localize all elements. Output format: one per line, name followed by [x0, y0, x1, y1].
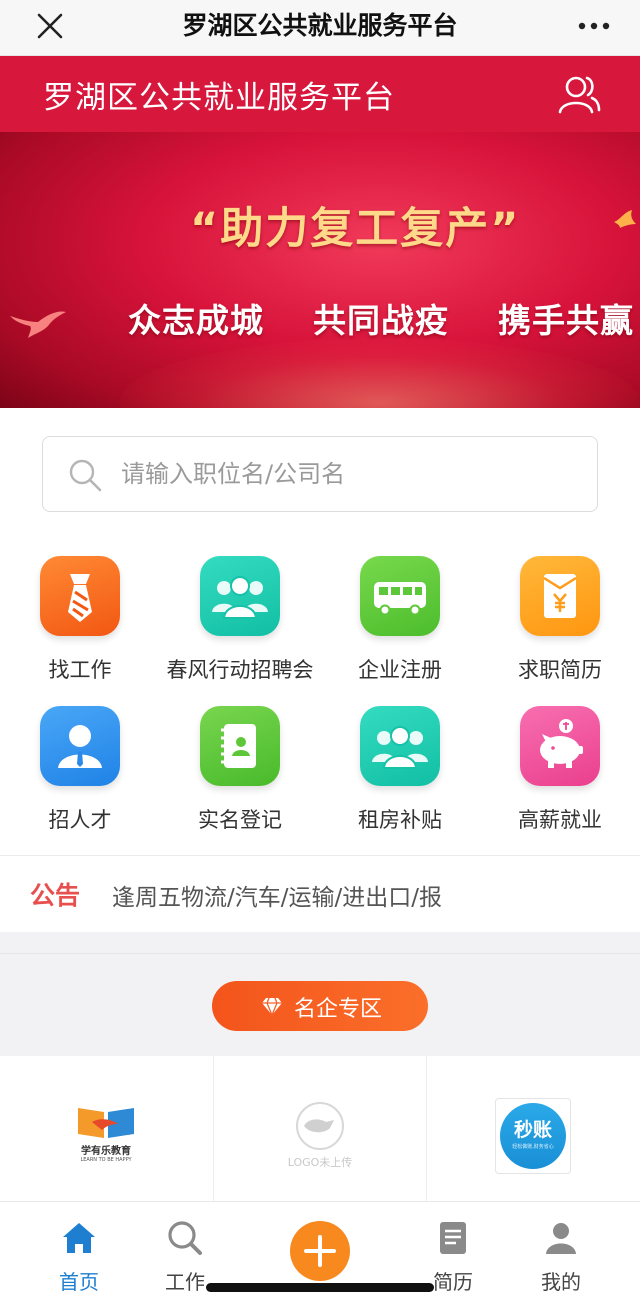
bus-icon [360, 556, 440, 636]
entry-resume[interactable]: 求职简历 [480, 556, 640, 696]
entry-recruit[interactable]: 招人才 [0, 706, 160, 846]
company-logo-strip: 学有乐教育 LEARN TO BE HAPPY LOGO未上传 秒账 轻松做账,… [0, 1056, 640, 1202]
tab-label: 首页 [59, 1270, 99, 1294]
logo-name: 学有乐教育 [81, 1146, 131, 1157]
tab-label: 我的 [541, 1270, 581, 1294]
entry-label: 租房补贴 [358, 808, 442, 832]
app-header: 罗湖区公共就业服务平台 [0, 56, 640, 132]
more-icon[interactable] [574, 12, 614, 40]
entry-spring-fair[interactable]: 春风行动招聘会 [160, 556, 320, 696]
close-icon[interactable] [30, 6, 70, 46]
famous-companies-label: 名企专区 [294, 997, 383, 1022]
tab-mine[interactable]: 我的 [506, 1203, 616, 1305]
entry-label: 企业注册 [358, 658, 442, 682]
banner-quote: “助力复工复产” [190, 204, 521, 254]
search-box[interactable] [42, 436, 598, 512]
document-icon [440, 1222, 466, 1254]
entry-label: 求职简历 [518, 658, 602, 682]
divider [0, 953, 640, 954]
company-logo-cell[interactable]: 秒账 轻松做账,财务省心 [426, 1056, 639, 1202]
publish-button[interactable] [290, 1221, 350, 1281]
quick-entry-grid: 找工作 春风行动招聘会 企业注册 求职简历 招人才 实名登记 租房补贴 高薪就业 [0, 556, 640, 846]
home-icon [63, 1223, 95, 1253]
tab-home[interactable]: 首页 [24, 1203, 134, 1305]
dove-icon [614, 210, 636, 228]
entry-label: 招人才 [48, 808, 112, 832]
company-logo-cell[interactable]: LOGO未上传 [213, 1056, 426, 1202]
user-icon[interactable] [556, 72, 602, 116]
entry-high-salary[interactable]: 高薪就业 [480, 706, 640, 846]
diamond-icon [262, 997, 282, 1017]
logo-subtext: LEARN TO BE HAPPY [80, 1157, 132, 1163]
logo-name: LOGO未上传 [287, 1156, 353, 1169]
entry-company-register[interactable]: 企业注册 [320, 556, 480, 696]
logo-subtext: 轻松做账,财务省心 [512, 1144, 554, 1150]
xueyoule-logo: 学有乐教育 LEARN TO BE HAPPY [62, 1102, 150, 1170]
banner-glow [120, 338, 640, 408]
plus-icon [304, 1235, 336, 1267]
miaozhang-logo: 秒账 轻松做账,财务省心 [495, 1098, 571, 1174]
entry-realname[interactable]: 实名登记 [160, 706, 320, 846]
user-icon [546, 1223, 576, 1254]
banner-slogan: 众志成城 共同战疫 携手共赢 [128, 301, 634, 340]
company-logo-cell[interactable]: 学有乐教育 LEARN TO BE HAPPY [0, 1056, 213, 1202]
entry-label: 高薪就业 [518, 808, 602, 832]
search-input[interactable] [121, 437, 581, 511]
entry-rent-subsidy[interactable]: 租房补贴 [320, 706, 480, 846]
dove-icon [10, 311, 66, 338]
entry-label: 春风行动招聘会 [166, 658, 314, 682]
home-indicator [206, 1283, 434, 1292]
search-icon [69, 459, 102, 492]
placeholder-logo: LOGO未上传 [280, 1096, 360, 1172]
famous-companies-button[interactable]: 名企专区 [212, 981, 428, 1031]
entry-label: 找工作 [48, 658, 112, 682]
promo-banner[interactable]: “助力复工复产” 众志成城 共同战疫 携手共赢 [0, 132, 640, 408]
address-book-icon [200, 706, 280, 786]
wechat-title: 罗湖区公共就业服务平台 [182, 11, 458, 40]
group-icon [200, 556, 280, 636]
divider [0, 855, 640, 856]
notice-tag: 公告 [30, 881, 81, 910]
piggy-bank-icon [520, 706, 600, 786]
red-envelope-icon [520, 556, 600, 636]
person-icon [40, 706, 120, 786]
search-icon [168, 1221, 202, 1255]
entry-label: 实名登记 [198, 808, 282, 832]
logo-name: 秒账 [513, 1119, 552, 1141]
group-icon [360, 706, 440, 786]
entry-find-job[interactable]: 找工作 [0, 556, 160, 696]
tie-icon [40, 556, 120, 636]
wechat-top-bar: 罗湖区公共就业服务平台 [0, 0, 640, 56]
app-title: 罗湖区公共就业服务平台 [43, 80, 395, 116]
notice-text[interactable]: 逢周五物流/汽车/运输/进出口/报 [112, 878, 442, 912]
